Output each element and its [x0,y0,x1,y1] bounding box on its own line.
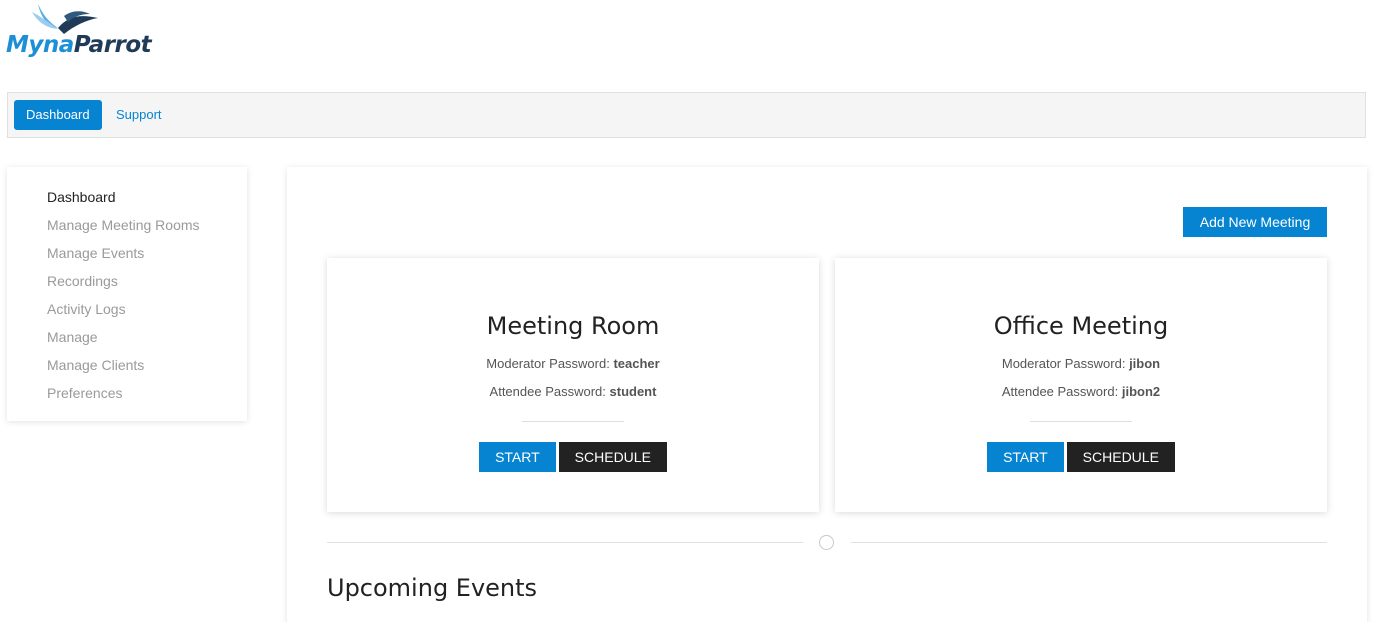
card-divider [522,421,624,422]
page: MynaParrot Dashboard Support Dashboard M… [0,0,1381,622]
sidebar-item-manage-meeting-rooms[interactable]: Manage Meeting Rooms [7,211,247,239]
meeting-card: Office Meeting Moderator Password: jibon… [835,258,1327,512]
sidebar: Dashboard Manage Meeting Rooms Manage Ev… [7,167,247,421]
sidebar-item-recordings[interactable]: Recordings [7,267,247,295]
sidebar-item-preferences[interactable]: Preferences [7,379,247,407]
card-actions: START SCHEDULE [835,442,1327,472]
attendee-password-value: jibon2 [1121,384,1161,399]
section-separator-left [327,542,803,543]
section-separator-right [851,542,1327,543]
schedule-button[interactable]: SCHEDULE [1066,442,1175,472]
top-nav: Dashboard Support [7,92,1366,138]
meeting-card: Meeting Room Moderator Password: teacher… [327,258,819,512]
attendee-password-label: Attendee Password: [1001,384,1119,399]
nav-support-link[interactable]: Support [104,100,174,130]
moderator-password-label: Moderator Password: [1001,356,1126,371]
logo-text-myna: Myna [6,32,74,58]
sidebar-item-dashboard[interactable]: Dashboard [7,183,247,211]
attendee-password-label: Attendee Password: [489,384,606,399]
sidebar-item-manage-events[interactable]: Manage Events [7,239,247,267]
attendee-password-value: student [609,384,657,399]
separator-circle-icon [819,535,834,550]
moderator-password-value: jibon [1129,356,1161,371]
sidebar-item-manage-clients[interactable]: Manage Clients [7,351,247,379]
meeting-title: Office Meeting [993,312,1169,340]
attendee-password-line: Attendee Password: student [327,384,819,399]
sidebar-item-activity-logs[interactable]: Activity Logs [7,295,247,323]
moderator-password-label: Moderator Password: [486,356,610,371]
attendee-password-line: Attendee Password: jibon2 [835,384,1327,399]
main-panel: Add New Meeting Meeting Room Moderator P… [287,167,1367,622]
add-new-meeting-button[interactable]: Add New Meeting [1183,207,1327,237]
moderator-password-value: teacher [613,356,660,371]
logo-wordmark: MynaParrot [6,32,152,58]
sidebar-item-manage[interactable]: Manage [7,323,247,351]
bird-logo-icon [32,4,98,34]
myna-parrot-logo[interactable]: MynaParrot [6,2,152,64]
upcoming-events-title: Upcoming Events [327,574,538,602]
start-button[interactable]: START [479,442,556,472]
schedule-button[interactable]: SCHEDULE [558,442,667,472]
logo-text-parrot: Parrot [73,32,152,58]
moderator-password-line: Moderator Password: jibon [835,356,1327,371]
card-divider [1030,421,1132,422]
nav-dashboard-button[interactable]: Dashboard [14,100,102,130]
start-button[interactable]: START [987,442,1064,472]
meeting-title: Meeting Room [486,312,660,340]
card-actions: START SCHEDULE [327,442,819,472]
moderator-password-line: Moderator Password: teacher [327,356,819,371]
